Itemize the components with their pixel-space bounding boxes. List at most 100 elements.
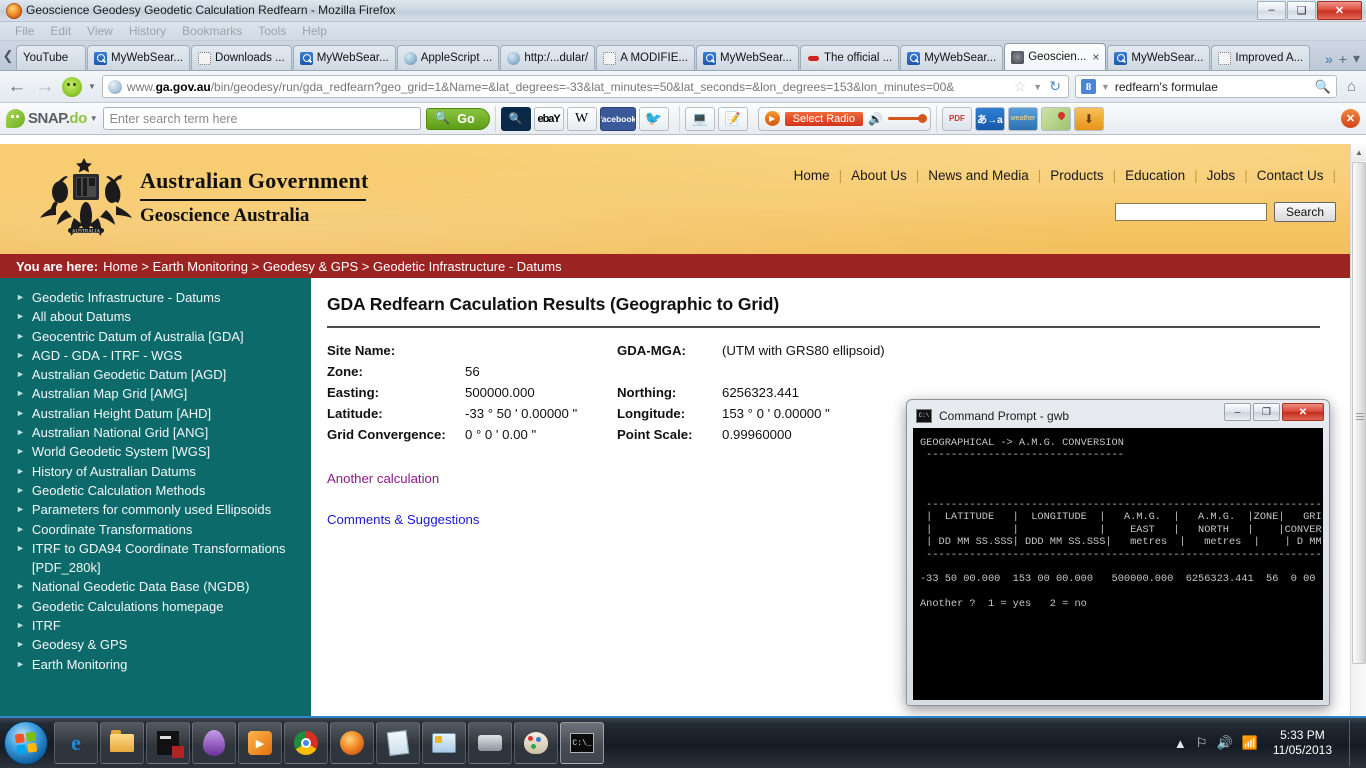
search-engine-dropdown-icon[interactable]: ▼: [1101, 82, 1110, 92]
cmd-maximize-button[interactable]: ❐: [1253, 403, 1280, 421]
bookmark-star-icon[interactable]: ☆: [1014, 78, 1027, 95]
sidebar-item-all-about-datums[interactable]: ► All about Datums: [10, 307, 303, 326]
taskbar-purple-app[interactable]: [192, 722, 236, 764]
nav-products[interactable]: Products: [1041, 168, 1112, 183]
snapdo-close-icon[interactable]: ✕: [1341, 109, 1360, 128]
taskbar-control-panel[interactable]: [422, 722, 466, 764]
page-scrollbar[interactable]: ▲: [1350, 144, 1366, 716]
maps-icon[interactable]: [1040, 106, 1071, 131]
tab-scroll-left-icon[interactable]: ❮: [0, 41, 16, 70]
reload-icon[interactable]: ↻: [1049, 78, 1061, 95]
maximize-button[interactable]: ❑: [1287, 1, 1316, 20]
breadcrumb-trail[interactable]: Home > Earth Monitoring > Geodesy & GPS …: [103, 259, 561, 274]
menu-file[interactable]: File: [8, 23, 41, 39]
tab-applescript[interactable]: AppleScript ...: [396, 45, 500, 70]
play-icon[interactable]: ▶: [764, 111, 780, 126]
site-search-input[interactable]: [1114, 203, 1267, 221]
tab-geoscience-active[interactable]: Geoscien... ×: [1004, 43, 1107, 70]
taskbar-windows-explorer[interactable]: [100, 722, 144, 764]
back-button-icon[interactable]: ←: [6, 76, 28, 98]
sidebar-item-itrf-to-gda94-coordinate-transformations[interactable]: ► ITRF to GDA94 Coordinate Transformation…: [10, 539, 303, 578]
tab-the-official[interactable]: The official ...: [800, 45, 900, 70]
twitter-icon[interactable]: 🐦: [638, 106, 669, 131]
search-engine-icon[interactable]: 8: [1080, 79, 1096, 94]
sidebar-item-parameters-for-commonly-used-ellipsoids[interactable]: ► Parameters for commonly used Ellipsoids: [10, 500, 303, 519]
search-icon[interactable]: 🔍: [1315, 79, 1331, 95]
snapdo-search-input[interactable]: Enter search term here: [102, 107, 421, 130]
taskbar-notepad[interactable]: [376, 722, 420, 764]
cmd-minimize-button[interactable]: –: [1224, 403, 1251, 421]
select-radio-label[interactable]: Select Radio: [784, 111, 863, 126]
history-dropdown-icon[interactable]: ▼: [1033, 82, 1042, 92]
snapdo-go-button[interactable]: 🔍 Go: [425, 107, 490, 130]
screen-capture-icon[interactable]: 💻: [684, 106, 715, 131]
sidebar-item-australian-national-grid[interactable]: ► Australian National Grid [ANG]: [10, 423, 303, 442]
url-bar[interactable]: www.ga.gov.au/bin/geodesy/run/gda_redfea…: [101, 75, 1069, 98]
download-icon[interactable]: ⬇: [1073, 106, 1104, 131]
sidebar-item-geodetic-calculation-methods[interactable]: ► Geodetic Calculation Methods: [10, 481, 303, 500]
taskbar-command-prompt[interactable]: C:\_: [560, 722, 604, 764]
tab-a-modified[interactable]: A MODIFIE...: [596, 45, 695, 70]
sidebar-item-itrf[interactable]: ► ITRF: [10, 616, 303, 635]
browser-search-input[interactable]: redfearn's formulae: [1115, 80, 1310, 94]
menu-edit[interactable]: Edit: [43, 23, 78, 39]
sidebar-item-australian-geodetic-datum[interactable]: ► Australian Geodetic Datum [AGD]: [10, 365, 303, 384]
network-signal-icon[interactable]: 📶: [1242, 735, 1258, 751]
volume-icon[interactable]: 🔊: [1216, 735, 1232, 751]
taskbar-internet-explorer[interactable]: e: [54, 722, 98, 764]
sidebar-item-australian-height-datum[interactable]: ► Australian Height Datum [AHD]: [10, 404, 303, 423]
taskbar-printer[interactable]: [468, 722, 512, 764]
minimize-button[interactable]: –: [1257, 1, 1286, 20]
volume-slider[interactable]: [887, 114, 927, 123]
sidebar-item-national-geodetic-data-base[interactable]: ► National Geodetic Data Base (NGDB): [10, 577, 303, 596]
list-all-tabs-icon[interactable]: ▾: [1353, 50, 1360, 67]
nav-jobs[interactable]: Jobs: [1198, 168, 1245, 183]
show-hidden-icons-icon[interactable]: ▲: [1174, 736, 1187, 751]
sidebar-item-australian-map-grid[interactable]: ► Australian Map Grid [AMG]: [10, 384, 303, 403]
sidebar-item-geodesy-and-gps[interactable]: ► Geodesy & GPS: [10, 635, 303, 654]
clock[interactable]: 5:33 PM 11/05/2013: [1267, 728, 1338, 758]
tab-mywebsearch-1[interactable]: MyWebSear...: [87, 45, 191, 70]
tab-downloads[interactable]: Downloads ...: [191, 45, 292, 70]
volume-icon[interactable]: 🔊: [868, 112, 883, 126]
menu-tools[interactable]: Tools: [251, 23, 293, 39]
tab-improved-a[interactable]: Improved A...: [1211, 45, 1311, 70]
taskbar-unknown-black-app[interactable]: [146, 722, 190, 764]
site-search-button[interactable]: Search: [1273, 202, 1336, 222]
cmd-titlebar[interactable]: C:\ Command Prompt - gwb – ❐ ✕: [910, 403, 1326, 428]
tab-modular[interactable]: http:/...dular/: [500, 45, 596, 70]
tab-mywebsearch-2[interactable]: MyWebSear...: [292, 45, 396, 70]
translate-icon[interactable]: あ→a: [974, 106, 1005, 131]
nav-news-and-media[interactable]: News and Media: [919, 168, 1038, 183]
menu-history[interactable]: History: [122, 23, 173, 39]
sidebar-item-world-geodetic-system[interactable]: ► World Geodetic System [WGS]: [10, 442, 303, 461]
tab-mywebsearch-3[interactable]: MyWebSear...: [695, 45, 799, 70]
facebook-icon[interactable]: facebook: [599, 106, 636, 131]
notes-icon[interactable]: 📝: [717, 106, 748, 131]
snapdo-dropdown-icon[interactable]: ▼: [88, 82, 96, 91]
action-center-flag-icon[interactable]: ⚐: [1196, 735, 1208, 751]
menu-help[interactable]: Help: [295, 23, 334, 39]
sidebar-item-geodetic-calculations-homepage[interactable]: ► Geodetic Calculations homepage: [10, 597, 303, 616]
nav-contact-us[interactable]: Contact Us: [1248, 168, 1333, 183]
nav-home[interactable]: Home: [785, 168, 839, 183]
video-search-icon[interactable]: 🔍: [500, 106, 531, 131]
sidebar-item-geodetic-infrastructure-datums[interactable]: ► Geodetic Infrastructure - Datums: [10, 288, 303, 307]
menu-bookmarks[interactable]: Bookmarks: [175, 23, 249, 39]
close-button[interactable]: ✕: [1317, 1, 1362, 20]
tab-mywebsearch-5[interactable]: MyWebSear...: [1107, 45, 1211, 70]
taskbar-media-player[interactable]: ▶: [238, 722, 282, 764]
snapdo-menu-icon[interactable]: ▼: [90, 114, 98, 123]
sidebar-item-coordinate-transformations[interactable]: ► Coordinate Transformations: [10, 520, 303, 539]
tab-youtube[interactable]: YouTube: [16, 45, 86, 70]
pdf-converter-icon[interactable]: PDF: [941, 106, 972, 131]
tab-scroll-right-icon[interactable]: »: [1325, 51, 1333, 67]
sidebar-item-geocentric-datum-of-australia[interactable]: ► Geocentric Datum of Australia [GDA]: [10, 327, 303, 346]
snapdo-radio-widget[interactable]: ▶ Select Radio 🔊: [757, 106, 931, 131]
taskbar-mozilla-firefox[interactable]: [330, 722, 374, 764]
show-desktop-button[interactable]: [1349, 720, 1358, 766]
snapdo-logo[interactable]: SNAP.do ▼: [6, 109, 98, 128]
command-prompt-window[interactable]: C:\ Command Prompt - gwb – ❐ ✕ GEOGRAPHI…: [906, 399, 1330, 706]
tab-mywebsearch-4[interactable]: MyWebSear...: [900, 45, 1004, 70]
scroll-up-icon[interactable]: ▲: [1351, 144, 1366, 161]
